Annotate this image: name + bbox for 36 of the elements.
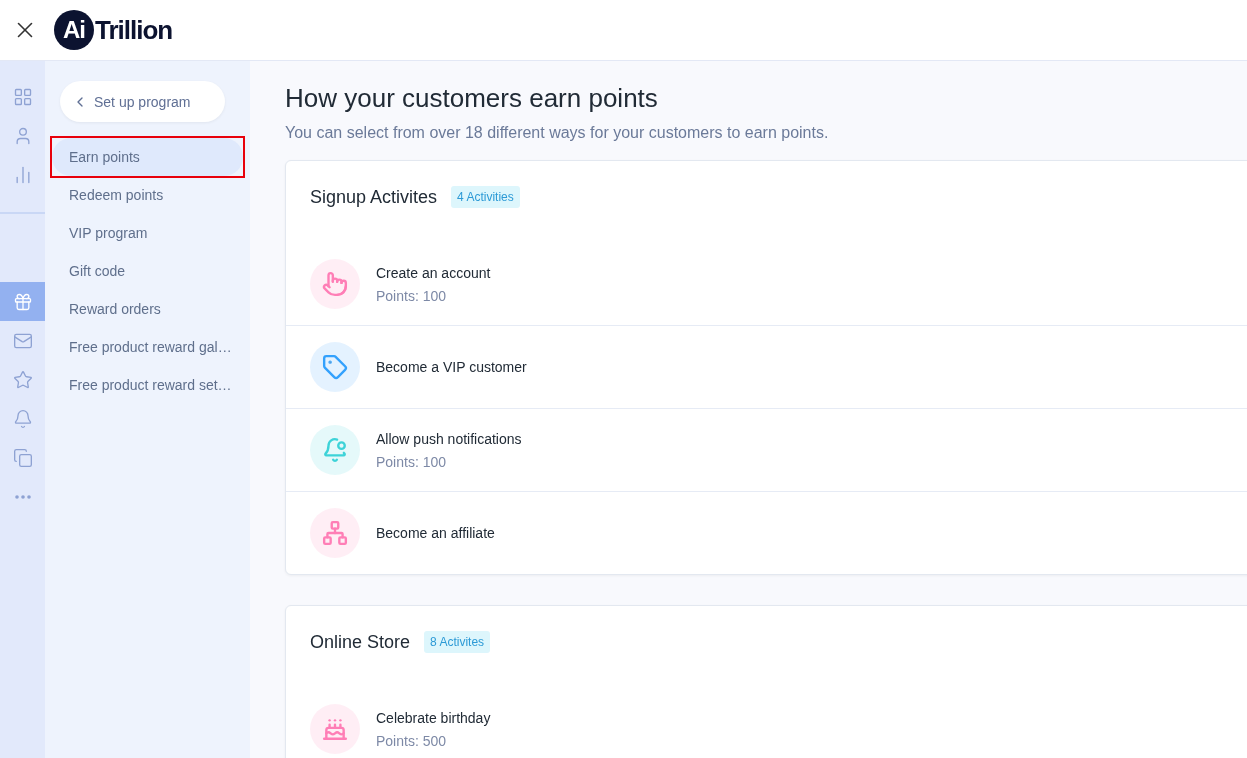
logo-text: Trillion — [95, 14, 173, 46]
bell-icon — [322, 437, 348, 463]
more-icon — [14, 494, 31, 499]
tag-icon — [322, 354, 348, 380]
count-badge: 8 Activites — [424, 631, 491, 653]
sidebar-item[interactable]: Free product reward set… — [52, 366, 243, 404]
sidebar-item[interactable]: Redeem points — [52, 176, 243, 214]
sidebar-item[interactable]: Free product reward gal… — [52, 328, 243, 366]
sidebar-item[interactable]: Gift code — [52, 252, 243, 290]
section-title: Online Store — [310, 631, 411, 653]
count-badge: 4 Activities — [451, 186, 520, 208]
page-title: How your customers earn points — [285, 83, 659, 114]
activity-points: Points: 100 — [376, 453, 448, 470]
page-subtitle: You can select from over 18 different ways for your customers to earn points. — [285, 124, 830, 142]
sidebar-item[interactable]: Earn points — [52, 138, 243, 176]
windows-icon — [12, 447, 33, 468]
activity-points: Points: 500 — [376, 732, 448, 749]
section-title: Signup Activites — [310, 186, 438, 208]
activity-name: Allow push notifications — [376, 430, 522, 447]
activity-name: Become an affiliate — [376, 525, 495, 541]
activity-points: Points: 100 — [376, 287, 448, 304]
gift-icon — [12, 291, 33, 312]
activity-name: Become a VIP customer — [376, 359, 527, 375]
bell-icon — [12, 408, 33, 429]
star-icon — [12, 369, 33, 390]
logo-mark: Ai — [54, 10, 94, 50]
grid-icon — [12, 86, 33, 107]
hand-icon — [322, 271, 348, 297]
sidebar-item[interactable]: Reward orders — [52, 290, 243, 328]
activity-name: Create an account — [376, 264, 491, 281]
nav-button[interactable] — [0, 282, 45, 321]
sidebar-item[interactable]: VIP program — [52, 214, 243, 252]
activity-name: Celebrate birthday — [376, 709, 491, 726]
back-button[interactable]: Set up program — [60, 81, 225, 122]
cake-icon — [322, 716, 348, 742]
network-icon — [322, 520, 348, 546]
